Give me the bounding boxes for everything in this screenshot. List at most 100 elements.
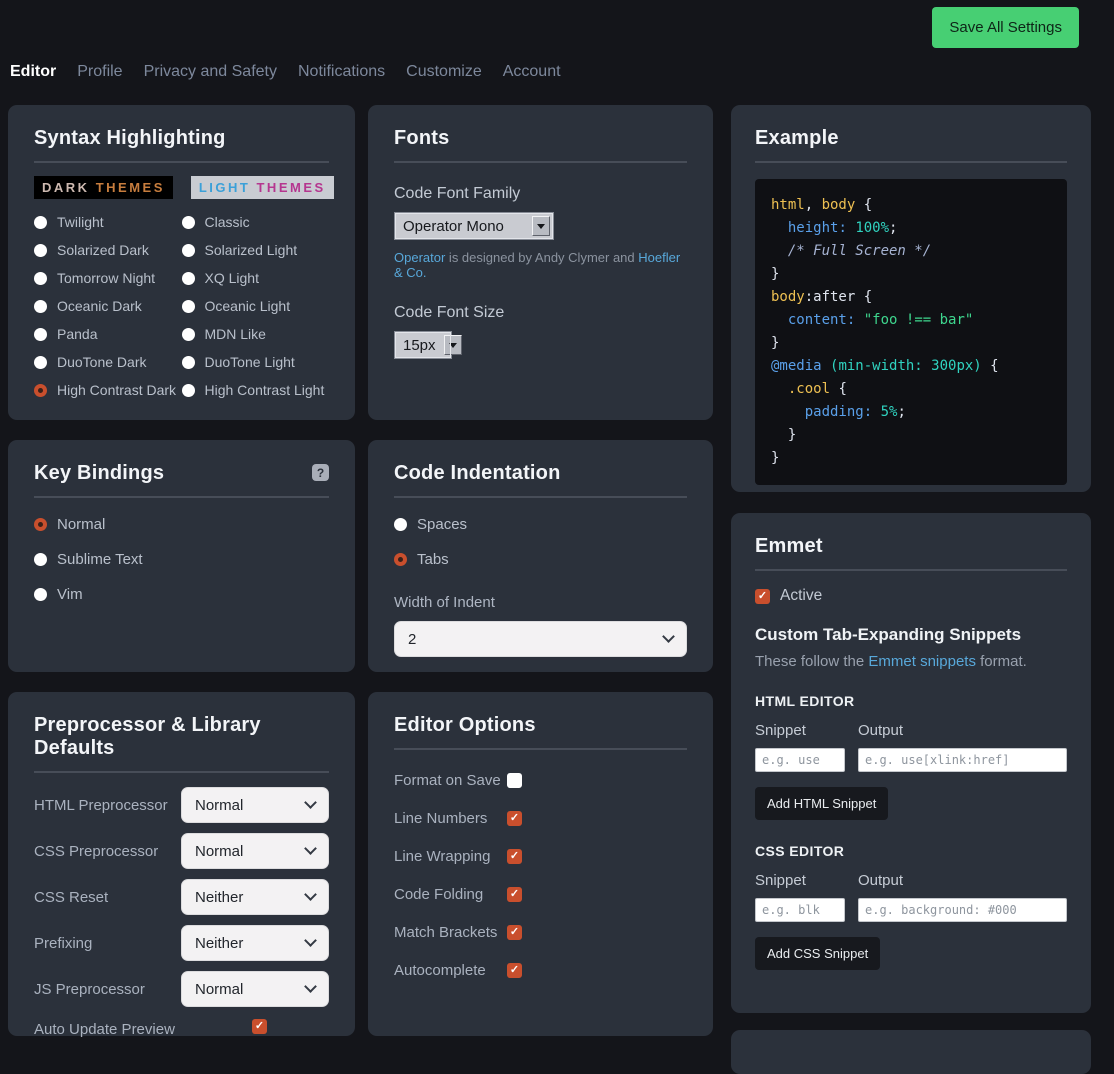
radio-icon[interactable] — [182, 300, 195, 313]
editor-option-line-wrapping: Line Wrapping — [394, 844, 687, 868]
syntax-highlighting-card: Syntax Highlighting DARK THEMES LIGHT TH… — [8, 105, 355, 420]
css-reset-select[interactable]: Neither — [181, 879, 329, 915]
radio-icon[interactable] — [182, 328, 195, 341]
radio-icon[interactable] — [182, 384, 195, 397]
radio-option-duotone-dark[interactable]: DuoTone Dark — [34, 354, 182, 370]
light-themes-list: Classic Solarized Light XQ Light Oceanic Li… — [182, 214, 330, 410]
badge-text: DARK — [42, 180, 90, 195]
code-token: } — [771, 450, 779, 466]
nav-tab-account[interactable]: Account — [503, 63, 561, 81]
snippet-output-inputs — [755, 898, 1067, 922]
css-editor-output-input[interactable] — [858, 898, 1067, 922]
radio-icon[interactable] — [34, 588, 47, 601]
nav-tab-privacy-and-safety[interactable]: Privacy and Safety — [144, 63, 277, 81]
preprocessor-row-prefixing: PrefixingNeither — [34, 925, 329, 961]
code-folding-checkbox[interactable] — [507, 887, 522, 902]
radio-option-mdn-like[interactable]: MDN Like — [182, 326, 330, 342]
radio-option-oceanic-light[interactable]: Oceanic Light — [182, 298, 330, 314]
radio-option-solarized-light[interactable]: Solarized Light — [182, 242, 330, 258]
radio-icon[interactable] — [34, 328, 47, 341]
js-preprocessor-select[interactable]: Normal — [181, 971, 329, 1007]
emmet-snippets-link[interactable]: Emmet snippets — [868, 653, 976, 670]
auto-update-preview-checkbox[interactable] — [252, 1019, 267, 1034]
radio-icon[interactable] — [182, 244, 195, 257]
save-all-settings-button[interactable]: Save All Settings — [932, 7, 1079, 48]
radio-icon[interactable] — [34, 272, 47, 285]
code-token: "foo !== bar" — [864, 312, 974, 328]
match-brackets-checkbox[interactable] — [507, 925, 522, 940]
radio-option-tomorrow-night[interactable]: Tomorrow Night — [34, 270, 182, 286]
key-bindings-card: Key Bindings ? NormalSublime TextVim — [8, 440, 355, 672]
line-wrapping-checkbox[interactable] — [507, 849, 522, 864]
html-preprocessor-label: HTML Preprocessor — [34, 797, 168, 814]
format-on-save-checkbox[interactable] — [507, 773, 522, 788]
html-editor-snippet-input[interactable] — [755, 748, 845, 772]
radio-option-high-contrast-light[interactable]: High Contrast Light — [182, 382, 330, 398]
radio-icon[interactable] — [182, 272, 195, 285]
emmet-active-checkbox[interactable] — [755, 589, 770, 604]
radio-option-tabs[interactable]: Tabs — [394, 551, 687, 568]
code-token: padding — [805, 404, 864, 420]
emmet-active-label: Active — [780, 587, 822, 605]
code-token — [872, 404, 880, 420]
radio-option-duotone-light[interactable]: DuoTone Light — [182, 354, 330, 370]
css-editor-snippet-input[interactable] — [755, 898, 845, 922]
radio-icon[interactable] — [34, 518, 47, 531]
code-token: } — [771, 266, 779, 282]
nav-tab-customize[interactable]: Customize — [406, 63, 482, 81]
width-of-indent-select[interactable]: 2 — [394, 621, 687, 657]
radio-icon[interactable] — [394, 553, 407, 566]
radio-icon[interactable] — [182, 216, 195, 229]
width-of-indent-value: 2 — [408, 631, 416, 648]
nav-tab-notifications[interactable]: Notifications — [298, 63, 385, 81]
radio-option-normal[interactable]: Normal — [34, 516, 329, 533]
radio-option-classic[interactable]: Classic — [182, 214, 330, 230]
code-token: .cool — [788, 381, 830, 397]
operator-link[interactable]: Operator — [394, 250, 445, 265]
radio-option-twilight[interactable]: Twilight — [34, 214, 182, 230]
code-font-size-select[interactable]: 15px — [394, 331, 452, 359]
radio-icon[interactable] — [182, 356, 195, 369]
radio-option-high-contrast-dark[interactable]: High Contrast Dark — [34, 382, 182, 398]
radio-icon[interactable] — [34, 216, 47, 229]
radio-option-oceanic-dark[interactable]: Oceanic Dark — [34, 298, 182, 314]
code-token — [855, 312, 863, 328]
code-token: } — [771, 427, 796, 443]
select-value: Neither — [195, 935, 243, 952]
html-preprocessor-select[interactable]: Normal — [181, 787, 329, 823]
radio-option-solarized-dark[interactable]: Solarized Dark — [34, 242, 182, 258]
radio-option-xq-light[interactable]: XQ Light — [182, 270, 330, 286]
radio-icon[interactable] — [34, 300, 47, 313]
code-token: html — [771, 197, 805, 213]
autocomplete-checkbox[interactable] — [507, 963, 522, 978]
editor-option-line-numbers: Line Numbers — [394, 806, 687, 830]
select-value: Neither — [195, 889, 243, 906]
radio-option-panda[interactable]: Panda — [34, 326, 182, 342]
radio-icon[interactable] — [34, 553, 47, 566]
nav-tab-profile[interactable]: Profile — [77, 63, 122, 81]
html-editor-output-input[interactable] — [858, 748, 1067, 772]
line-numbers-checkbox[interactable] — [507, 811, 522, 826]
code-token: ; — [897, 404, 905, 420]
add-css-snippet-button[interactable]: Add CSS Snippet — [755, 937, 880, 970]
code-font-family-select[interactable]: Operator Mono — [394, 212, 554, 240]
radio-option-spaces[interactable]: Spaces — [394, 516, 687, 533]
add-html-snippet-button[interactable]: Add HTML Snippet — [755, 787, 888, 820]
help-icon[interactable]: ? — [312, 464, 329, 481]
css-preprocessor-select[interactable]: Normal — [181, 833, 329, 869]
nav-tab-editor[interactable]: Editor — [10, 63, 56, 81]
radio-option-vim[interactable]: Vim — [34, 586, 329, 603]
radio-icon[interactable] — [34, 384, 47, 397]
radio-icon[interactable] — [394, 518, 407, 531]
editor-option-match-brackets: Match Brackets — [394, 920, 687, 944]
radio-icon[interactable] — [34, 244, 47, 257]
dropdown-arrow-icon[interactable] — [444, 335, 462, 355]
radio-option-sublime-text[interactable]: Sublime Text — [34, 551, 329, 568]
code-token: { — [855, 197, 872, 213]
dropdown-arrow-icon[interactable] — [532, 216, 550, 236]
code-token: , — [805, 197, 822, 213]
prefixing-select[interactable]: Neither — [181, 925, 329, 961]
settings-tabs: Editor Profile Privacy and Safety Notificat… — [10, 63, 561, 81]
auto-update-preview-row: Auto Update Preview — [34, 1017, 329, 1041]
radio-icon[interactable] — [34, 356, 47, 369]
